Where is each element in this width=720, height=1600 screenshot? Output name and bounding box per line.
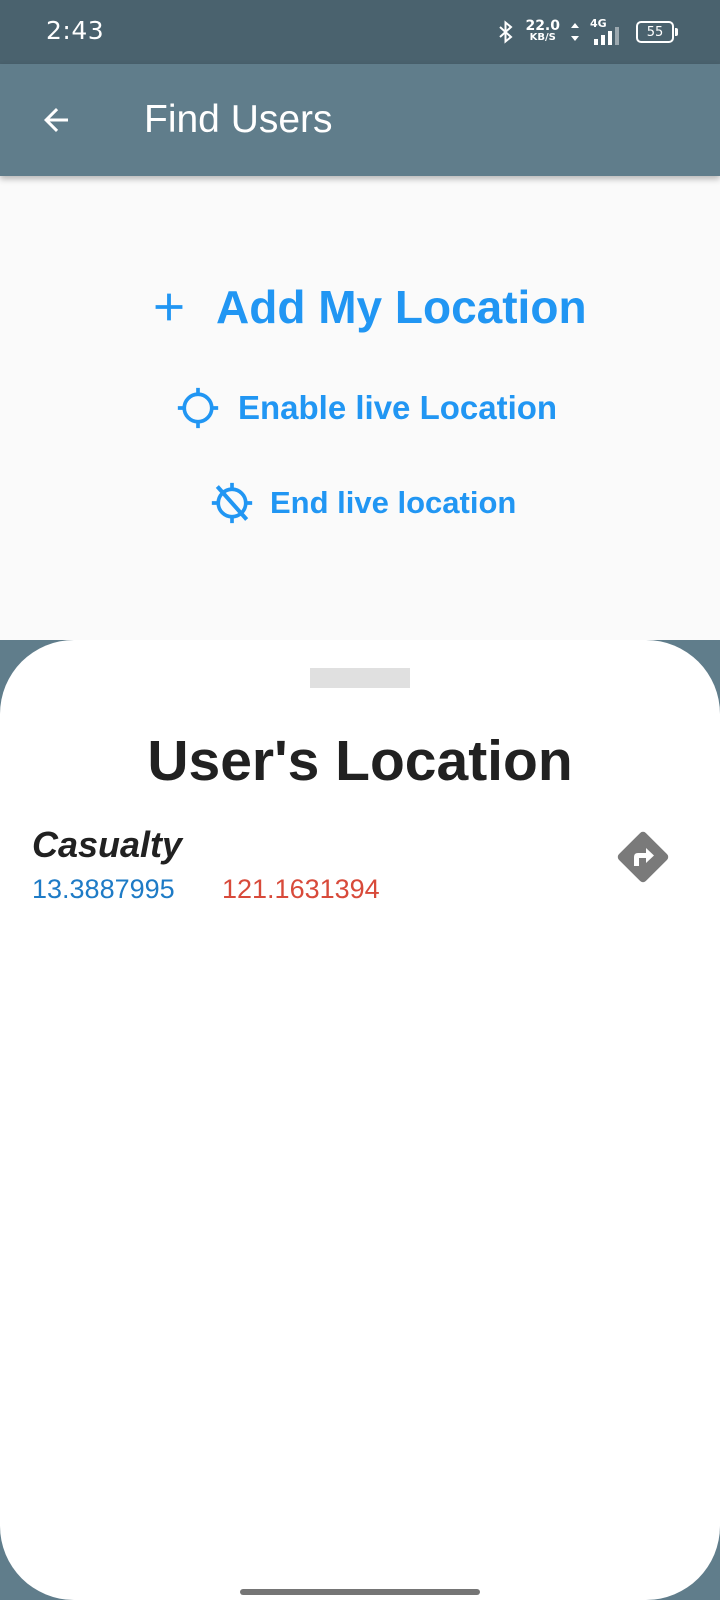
- drag-handle[interactable]: [310, 668, 410, 688]
- net-speed: 22.0 KB/S: [525, 18, 560, 44]
- enable-live-location-button[interactable]: Enable live Location: [176, 386, 557, 430]
- net-speed-value: 22.0: [525, 18, 560, 34]
- app-bar: Find Users: [0, 64, 720, 176]
- bottom-sheet: User's Location Casualty 13.3887995 121.…: [0, 640, 720, 1600]
- enable-live-location-label: Enable live Location: [238, 389, 558, 426]
- user-longitude: 121.1631394: [222, 874, 380, 904]
- end-live-location-label: End live location: [270, 485, 517, 520]
- directions-icon: [617, 831, 669, 883]
- actions-panel: Add My Location Enable live Location End…: [0, 176, 720, 640]
- add-my-location-label: Add My Location: [216, 281, 587, 333]
- status-bar: 2:43 22.0 KB/S 4G 55: [0, 0, 720, 64]
- gps-fixed-icon: [177, 387, 219, 429]
- gesture-bar: [240, 1589, 480, 1595]
- list-item: Casualty 13.3887995 121.1631394: [0, 824, 720, 924]
- sheet-title: User's Location: [147, 729, 573, 793]
- user-name: Casualty: [32, 824, 183, 865]
- arrow-back-icon: [44, 108, 68, 132]
- directions-button[interactable]: [612, 826, 674, 888]
- status-time: 2:43: [46, 16, 105, 45]
- status-icons: 22.0 KB/S 4G 55: [497, 16, 678, 48]
- end-live-location-button[interactable]: End live location: [210, 481, 516, 525]
- user-latitude: 13.3887995: [32, 874, 175, 904]
- battery-icon: 55: [636, 21, 678, 43]
- add-my-location-button[interactable]: Add My Location: [146, 280, 587, 334]
- data-arrows-icon: [571, 23, 579, 41]
- back-button[interactable]: [28, 92, 84, 148]
- gps-off-icon: [211, 482, 253, 524]
- plus-icon: [155, 293, 183, 321]
- bluetooth-icon: [499, 20, 513, 44]
- signal-icon: 4G: [590, 17, 626, 45]
- net-speed-unit: KB/S: [529, 32, 556, 43]
- battery-level: 55: [646, 24, 664, 40]
- page-title: Find Users: [144, 98, 333, 141]
